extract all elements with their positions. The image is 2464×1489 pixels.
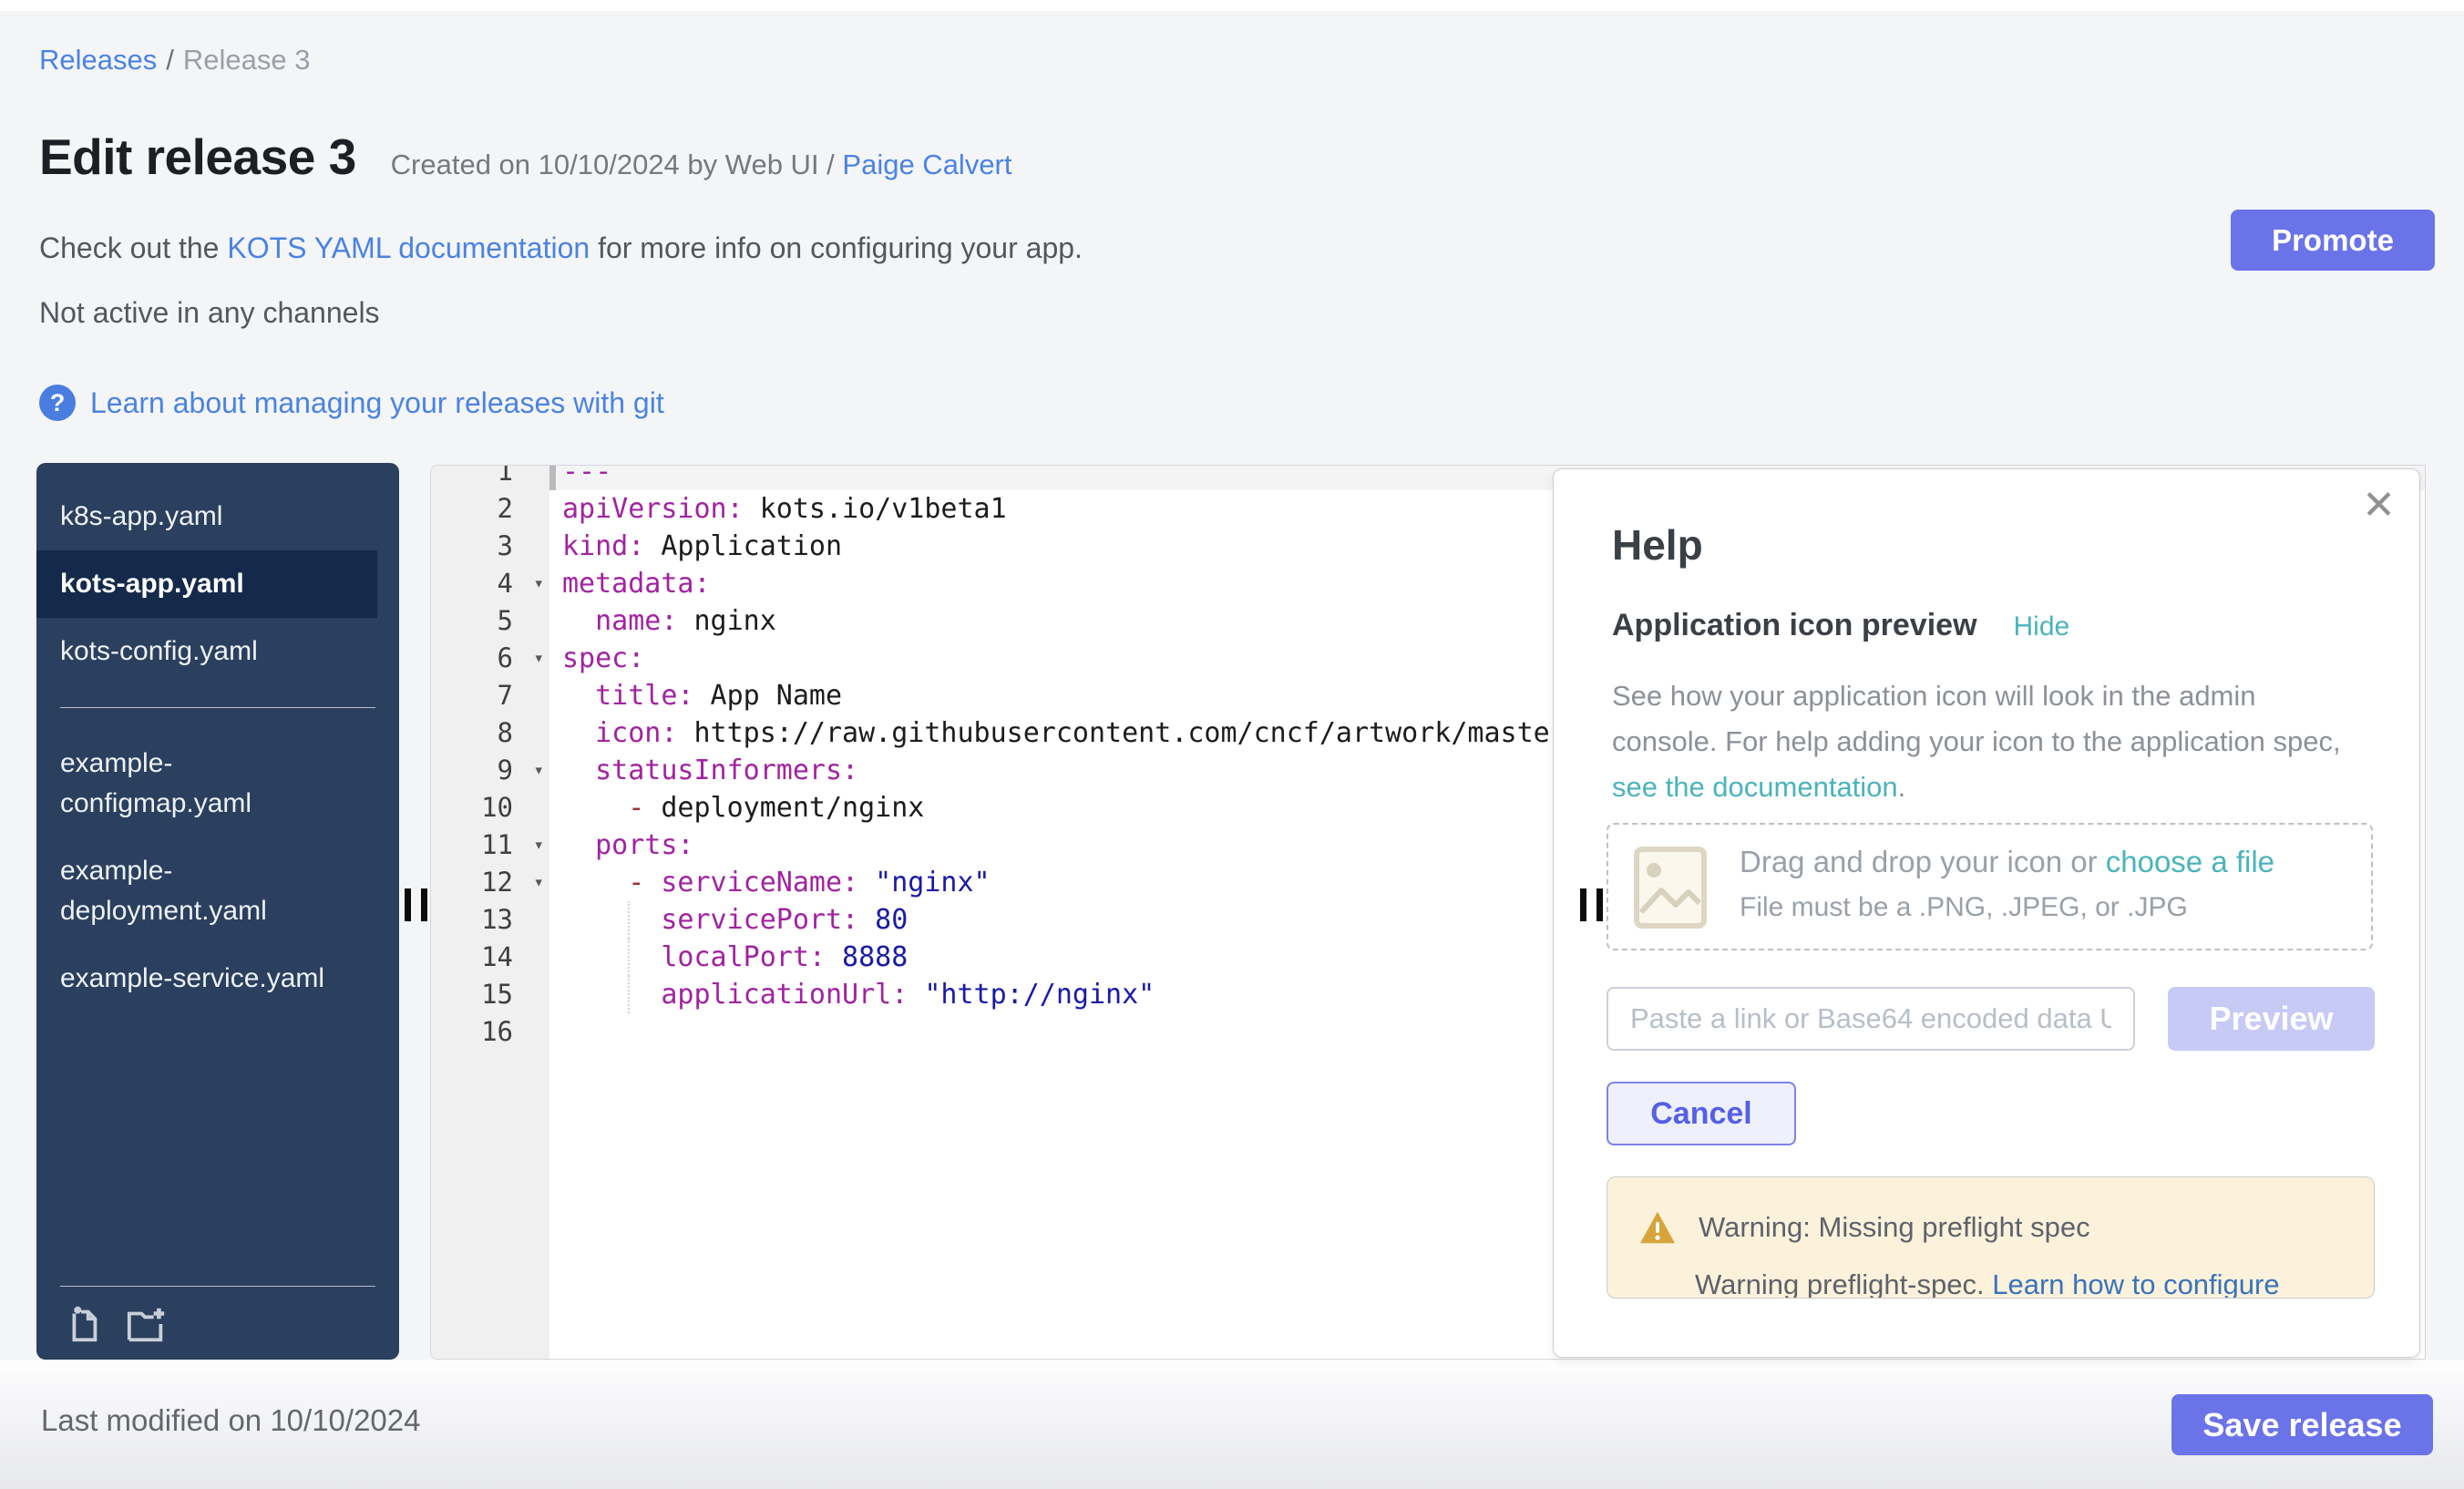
sidebar-bottom [36,1286,399,1345]
help-panel: ✕ Help Application icon preview Hide See… [1553,468,2420,1358]
title-row: Edit release 3 Created on 10/10/2024 by … [39,128,1012,186]
learn-configure-link[interactable]: Learn how to configure [1992,1268,2279,1299]
dropzone-text-prefix: Drag and drop your icon or [1740,845,2106,878]
fold-arrow-icon[interactable]: ▾ [534,827,544,864]
preflight-warning: Warning: Missing preflight spec Warning … [1607,1176,2375,1299]
fold-arrow-icon[interactable]: ▾ [534,640,544,677]
close-icon[interactable]: ✕ [2362,486,2396,526]
line-number: 4▾ [431,565,549,602]
help-para-line1: See how your application icon will look … [1612,680,2256,712]
footer: Last modified on 10/10/2024 [0,1360,2464,1489]
resize-handle-right[interactable] [1580,888,1603,921]
icon-url-input[interactable] [1607,987,2135,1051]
line-number: 11▾ [431,827,549,864]
help-para-line2: console. For help adding your icon to th… [1612,725,2341,757]
git-help-row[interactable]: ? Learn about managing your releases wit… [39,385,664,421]
line-number: 15 [431,976,549,1013]
cancel-button[interactable]: Cancel [1607,1082,1796,1145]
add-folder-icon[interactable] [126,1303,168,1345]
file-item[interactable]: k8s-app.yaml [36,483,399,550]
file-sidebar: k8s-app.yamlkots-app.yamlkots-config.yam… [36,463,399,1360]
git-help-link[interactable]: Learn about managing your releases with … [90,386,664,420]
file-list: k8s-app.yamlkots-app.yamlkots-config.yam… [36,463,399,1012]
doc-prefix: Check out the [39,231,227,264]
save-release-button[interactable]: Save release [2171,1394,2433,1455]
line-number: 14 [431,939,549,976]
help-paragraph: See how your application icon will look … [1612,673,2341,810]
image-placeholder-icon [1634,847,1707,929]
line-number: 9▾ [431,752,549,789]
warning-line1: Warning: Missing preflight spec [1699,1211,2090,1244]
channel-status: Not active in any channels [39,296,380,330]
line-number: 3 [431,528,549,565]
breadcrumb-current: Release 3 [183,44,311,76]
indent-guide [628,901,630,939]
line-number: 10 [431,789,549,827]
resize-handle-left[interactable] [405,888,427,921]
breadcrumb: Releases / Release 3 [39,44,310,77]
fold-arrow-icon[interactable]: ▾ [534,864,544,901]
fold-arrow-icon[interactable]: ▾ [534,565,544,602]
file-group-divider [60,707,375,708]
warning-icon [1638,1210,1677,1245]
line-number: 2 [431,490,549,528]
created-by-link[interactable]: Paige Calvert [842,149,1011,180]
page-title: Edit release 3 [39,128,356,186]
file-item[interactable]: kots-config.yaml [36,618,399,685]
doc-line: Check out the KOTS YAML documentation fo… [39,231,1083,265]
breadcrumb-separator: / [166,44,174,76]
created-info: Created on 10/10/2024 by Web UI / Paige … [391,149,1012,181]
line-number: 8 [431,714,549,752]
doc-suffix: for more info on configuring your app. [590,231,1083,264]
fold-arrow-icon[interactable]: ▾ [534,752,544,789]
add-file-icon[interactable] [62,1303,104,1345]
dropzone-text: Drag and drop your icon or choose a file [1740,845,2274,879]
see-documentation-link[interactable]: see the documentation [1612,771,1898,803]
sidebar-bottom-divider [60,1286,375,1287]
choose-file-link[interactable]: choose a file [2106,845,2274,878]
indent-guide [628,976,630,1013]
icon-preview-title: Application icon preview [1612,608,1977,643]
last-modified: Last modified on 10/10/2024 [41,1403,420,1438]
indent-guide [628,939,630,976]
promote-button[interactable]: Promote [2231,210,2435,271]
created-prefix: Created on 10/10/2024 by Web UI / [391,149,843,180]
warning-line2: Warning preflight-spec. Learn how to con… [1695,1268,2280,1299]
file-item[interactable]: example-service.yaml [36,945,399,1012]
warning-line2-prefix: Warning preflight-spec. [1695,1268,1992,1299]
question-icon: ? [39,385,76,421]
file-item[interactable]: example- configmap.yaml [36,730,399,837]
line-number: 5 [431,602,549,640]
editor-cursor [549,465,556,490]
top-strip [0,0,2464,11]
hide-link[interactable]: Hide [2014,611,2070,642]
help-title: Help [1612,520,1703,570]
line-number: 6▾ [431,640,549,677]
help-para-suffix: . [1898,771,1906,803]
line-number: 16 [431,1013,549,1051]
file-item[interactable]: kots-app.yaml [36,550,377,618]
edit-release-page: Releases / Release 3 Edit release 3 Create… [0,0,2464,1489]
dropzone-hint: File must be a .PNG, .JPEG, or .JPG [1740,892,2188,923]
icon-dropzone[interactable]: Drag and drop your icon or choose a file… [1607,823,2373,950]
file-item[interactable]: example- deployment.yaml [36,837,399,945]
line-number: 1 [431,465,549,490]
preview-button[interactable]: Preview [2168,987,2375,1051]
breadcrumb-releases-link[interactable]: Releases [39,44,157,76]
line-number: 7 [431,677,549,714]
line-number: 13 [431,901,549,939]
line-number: 12▾ [431,864,549,901]
kots-yaml-doc-link[interactable]: KOTS YAML documentation [227,231,590,264]
